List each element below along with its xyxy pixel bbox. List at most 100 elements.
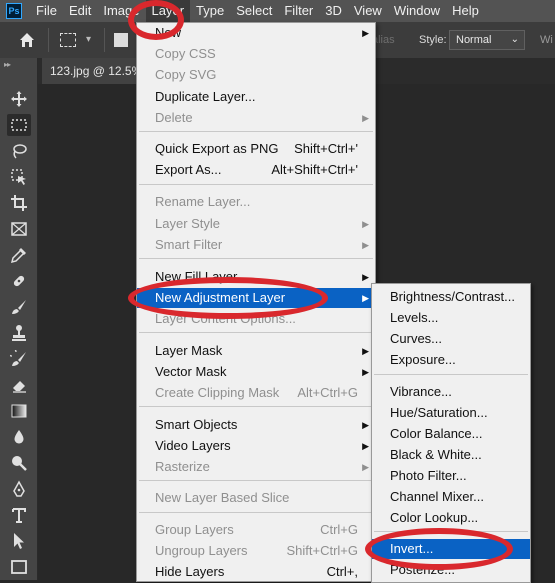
tools-panel: ▸▸ bbox=[0, 58, 38, 580]
chevron-down-icon[interactable]: ▾ bbox=[86, 34, 91, 45]
eraser-tool-icon[interactable] bbox=[7, 374, 31, 396]
menu-item-curves[interactable]: Curves... bbox=[372, 329, 530, 349]
home-icon[interactable] bbox=[18, 31, 36, 49]
menu-item-hide-layers[interactable]: Hide Layers Ctrl+, bbox=[137, 562, 375, 582]
blur-tool-icon[interactable] bbox=[7, 426, 31, 448]
object-selection-tool-icon[interactable] bbox=[7, 166, 31, 188]
collapse-panel-icon[interactable]: ▸▸ bbox=[4, 60, 11, 69]
menu-separator bbox=[139, 258, 373, 259]
submenu-arrow-icon: ▶ bbox=[362, 240, 369, 250]
menu-help[interactable]: Help bbox=[446, 0, 485, 22]
menu-item-layer-content-options: Layer Content Options... bbox=[155, 311, 296, 326]
menu-layer[interactable]: Layer bbox=[145, 0, 191, 22]
menu-item-new-adjustment-layer[interactable]: New Adjustment Layer ▶ bbox=[137, 288, 375, 308]
submenu-arrow-icon: ▶ bbox=[362, 293, 369, 303]
menu-item-smart-filter: Smart Filter ▶ bbox=[137, 235, 375, 255]
menu-item-channel-mixer[interactable]: Channel Mixer... bbox=[372, 487, 530, 507]
menu-item-copy-svg: Copy SVG bbox=[155, 67, 217, 82]
menu-image[interactable]: Image bbox=[97, 0, 145, 22]
menu-item-photo-filter[interactable]: Photo Filter... bbox=[372, 466, 530, 486]
menu-select[interactable]: Select bbox=[230, 0, 278, 22]
menu-item-copy-css: Copy CSS bbox=[155, 46, 216, 61]
menu-item-color-lookup[interactable]: Color Lookup... bbox=[372, 508, 530, 528]
options-divider bbox=[104, 28, 105, 52]
frame-tool-icon[interactable] bbox=[7, 218, 31, 240]
photoshop-logo-icon: Ps bbox=[6, 3, 22, 19]
menu-item-create-clipping-mask: Create Clipping Mask Alt+Ctrl+G bbox=[155, 385, 358, 400]
type-tool-icon[interactable] bbox=[7, 504, 31, 526]
menu-item-rasterize: Rasterize ▶ bbox=[137, 457, 375, 477]
history-brush-tool-icon[interactable] bbox=[7, 348, 31, 370]
menu-item-hue-saturation[interactable]: Hue/Saturation... bbox=[372, 403, 530, 423]
menu-separator bbox=[139, 480, 373, 481]
healing-brush-tool-icon[interactable] bbox=[7, 270, 31, 292]
submenu-arrow-icon: ▶ bbox=[362, 441, 369, 451]
menu-separator bbox=[139, 184, 373, 185]
submenu-arrow-icon: ▶ bbox=[362, 113, 369, 123]
submenu-arrow-icon: ▶ bbox=[362, 367, 369, 377]
menu-bar: Ps File Edit Image Layer Type Select Fil… bbox=[0, 0, 555, 22]
clone-stamp-tool-icon[interactable] bbox=[7, 322, 31, 344]
width-label: Wi bbox=[540, 34, 553, 46]
submenu-arrow-icon: ▶ bbox=[362, 346, 369, 356]
style-select[interactable]: Normal ⌄ bbox=[449, 30, 525, 50]
pen-tool-icon[interactable] bbox=[7, 478, 31, 500]
menu-separator bbox=[139, 332, 373, 333]
menu-item-color-balance[interactable]: Color Balance... bbox=[372, 424, 530, 444]
gradient-tool-icon[interactable] bbox=[7, 400, 31, 422]
menu-item-exposure[interactable]: Exposure... bbox=[372, 350, 530, 370]
menu-item-delete: Delete ▶ bbox=[137, 108, 375, 128]
menu-item-invert[interactable]: Invert... bbox=[372, 539, 530, 559]
submenu-arrow-icon: ▶ bbox=[362, 462, 369, 472]
eyedropper-tool-icon[interactable] bbox=[7, 244, 31, 266]
menu-edit[interactable]: Edit bbox=[63, 0, 97, 22]
path-selection-tool-icon[interactable] bbox=[7, 530, 31, 552]
menu-item-black-white[interactable]: Black & White... bbox=[372, 445, 530, 465]
menu-separator bbox=[139, 131, 373, 132]
menu-item-smart-objects[interactable]: Smart Objects ▶ bbox=[137, 415, 375, 435]
menu-item-vector-mask[interactable]: Vector Mask ▶ bbox=[137, 362, 375, 382]
menu-item-quick-export-png[interactable]: Quick Export as PNG Shift+Ctrl+' bbox=[137, 139, 375, 159]
menu-item-new[interactable]: New ▶ bbox=[137, 23, 375, 43]
menu-item-export-as[interactable]: Export As... Alt+Shift+Ctrl+' bbox=[137, 160, 375, 180]
menu-item-group-layers: Group Layers Ctrl+G bbox=[155, 522, 358, 537]
crop-tool-icon[interactable] bbox=[7, 192, 31, 214]
menu-window[interactable]: Window bbox=[388, 0, 446, 22]
menu-item-posterize[interactable]: Posterize... bbox=[372, 560, 530, 580]
menu-item-duplicate-layer[interactable]: Duplicate Layer... bbox=[137, 87, 375, 107]
style-label: Style: bbox=[419, 34, 447, 46]
menu-file[interactable]: File bbox=[30, 0, 63, 22]
rectangular-marquee-tool-icon[interactable] bbox=[7, 114, 31, 136]
submenu-arrow-icon: ▶ bbox=[362, 420, 369, 430]
menu-item-brightness-contrast[interactable]: Brightness/Contrast... bbox=[372, 287, 530, 307]
menu-item-new-fill-layer[interactable]: New Fill Layer ▶ bbox=[137, 267, 375, 287]
adjustment-layer-submenu: Brightness/Contrast... Levels... Curves.… bbox=[371, 283, 531, 583]
menu-item-vibrance[interactable]: Vibrance... bbox=[372, 382, 530, 402]
menu-item-video-layers[interactable]: Video Layers ▶ bbox=[137, 436, 375, 456]
marquee-preset-icon[interactable] bbox=[60, 33, 76, 47]
menu-item-new-layer-based-slice: New Layer Based Slice bbox=[155, 490, 290, 505]
brush-tool-icon[interactable] bbox=[7, 296, 31, 318]
menu-separator bbox=[139, 406, 373, 407]
menu-item-levels[interactable]: Levels... bbox=[372, 308, 530, 328]
submenu-arrow-icon: ▶ bbox=[362, 219, 369, 229]
dodge-tool-icon[interactable] bbox=[7, 452, 31, 474]
lasso-tool-icon[interactable] bbox=[7, 140, 31, 162]
menu-view[interactable]: View bbox=[348, 0, 388, 22]
selection-mode-icon[interactable] bbox=[114, 33, 128, 47]
menu-separator bbox=[374, 374, 528, 375]
menu-item-rename-layer: Rename Layer... bbox=[155, 194, 251, 209]
submenu-arrow-icon: ▶ bbox=[362, 28, 369, 38]
menu-filter[interactable]: Filter bbox=[278, 0, 319, 22]
rectangle-tool-icon[interactable] bbox=[7, 556, 31, 578]
menu-3d[interactable]: 3D bbox=[319, 0, 348, 22]
menu-type[interactable]: Type bbox=[190, 0, 230, 22]
menu-item-ungroup-layers: Ungroup Layers Shift+Ctrl+G bbox=[155, 543, 358, 558]
document-tab[interactable]: 123.jpg @ 12.5% bbox=[42, 58, 142, 84]
options-divider bbox=[48, 28, 49, 52]
menu-item-layer-mask[interactable]: Layer Mask ▶ bbox=[137, 341, 375, 361]
style-select-value: Normal bbox=[456, 34, 492, 46]
menu-separator bbox=[139, 512, 373, 513]
move-tool-icon[interactable] bbox=[7, 88, 31, 110]
chevron-down-icon: ⌄ bbox=[510, 34, 519, 45]
